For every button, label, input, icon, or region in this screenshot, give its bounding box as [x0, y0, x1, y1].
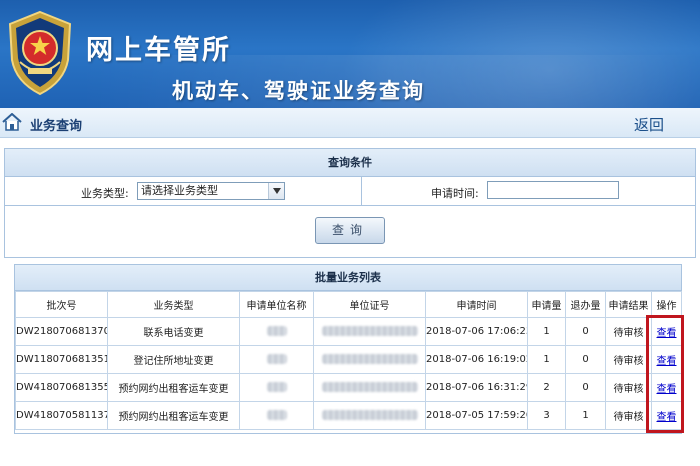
- column-header: 操作: [651, 291, 682, 318]
- business-type-cell: 联系电话变更: [107, 317, 240, 346]
- return-count: 0: [565, 373, 606, 402]
- applicant-name-redacted: [239, 373, 314, 402]
- query-button[interactable]: 查询: [315, 217, 385, 244]
- action-cell: 查看: [651, 345, 682, 374]
- field-divider: [361, 177, 362, 205]
- column-header: 退办量: [565, 291, 606, 318]
- batch-number: DW118070681351: [15, 345, 108, 374]
- table-row: DW418070581137 预约网约出租客运车变更 2018-07-05 17…: [15, 401, 682, 430]
- apply-time: 2018-07-05 17:59:20: [425, 401, 528, 430]
- police-emblem-icon: [8, 10, 72, 96]
- applicant-name-redacted: [239, 317, 314, 346]
- column-header: 申请结果: [605, 291, 652, 318]
- page-title: 业务查询: [30, 119, 83, 134]
- return-count: 0: [565, 317, 606, 346]
- business-type-select[interactable]: 请选择业务类型: [137, 182, 285, 200]
- site-subtitle: 机动车、驾驶证业务查询: [172, 79, 425, 103]
- batch-results-panel: 批量业务列表 批次号 业务类型 申请单位名称 单位证号 申请时间 申请量 退办量…: [14, 264, 682, 434]
- batch-number: DW418070581137: [15, 401, 108, 430]
- business-type-selected: 请选择业务类型: [141, 184, 218, 197]
- view-link[interactable]: 查看: [657, 412, 677, 423]
- apply-count: 1: [527, 345, 566, 374]
- dropdown-arrow[interactable]: [268, 183, 284, 199]
- page-titlebar: 业务查询 返回: [0, 108, 700, 138]
- batch-number: DW418070681355: [15, 373, 108, 402]
- apply-count: 1: [527, 317, 566, 346]
- site-title: 网上车管所: [86, 35, 231, 66]
- apply-time: 2018-07-06 16:31:29: [425, 373, 528, 402]
- applicant-name-redacted: [239, 345, 314, 374]
- apply-result: 待审核: [605, 317, 652, 346]
- business-type-cell: 登记住所地址变更: [107, 345, 240, 374]
- view-link[interactable]: 查看: [657, 384, 677, 395]
- business-type-label: 业务类型:: [81, 187, 129, 200]
- query-row: 业务类型: 请选择业务类型 申请时间:: [5, 177, 695, 206]
- return-count: 0: [565, 345, 606, 374]
- chevron-down-icon: [273, 188, 281, 194]
- results-section-title: 批量业务列表: [15, 265, 681, 291]
- view-link[interactable]: 查看: [657, 356, 677, 367]
- back-link[interactable]: 返回: [634, 114, 664, 135]
- apply-date-input[interactable]: [487, 181, 619, 199]
- apply-result: 待审核: [605, 345, 652, 374]
- home-icon: [2, 113, 22, 131]
- apply-time: 2018-07-06 17:06:23: [425, 317, 528, 346]
- table-row: DW218070681370 联系电话变更 2018-07-06 17:06:2…: [15, 317, 682, 346]
- column-header: 批次号: [15, 291, 108, 318]
- business-type-cell: 预约网约出租客运车变更: [107, 401, 240, 430]
- return-count: 1: [565, 401, 606, 430]
- table-header-row: 批次号 业务类型 申请单位名称 单位证号 申请时间 申请量 退办量 申请结果 操…: [15, 291, 682, 318]
- unit-id-redacted: [313, 401, 426, 430]
- action-cell: 查看: [651, 401, 682, 430]
- apply-date-label: 申请时间:: [431, 187, 479, 200]
- batch-number: DW218070681370: [15, 317, 108, 346]
- column-header: 单位证号: [313, 291, 426, 318]
- action-cell: 查看: [651, 317, 682, 346]
- column-header: 申请时间: [425, 291, 528, 318]
- query-section-title: 查询条件: [5, 149, 695, 177]
- column-header: 申请单位名称: [239, 291, 314, 318]
- unit-id-redacted: [313, 345, 426, 374]
- apply-count: 2: [527, 373, 566, 402]
- results-table: 批次号 业务类型 申请单位名称 单位证号 申请时间 申请量 退办量 申请结果 操…: [15, 291, 682, 430]
- unit-id-redacted: [313, 317, 426, 346]
- apply-time: 2018-07-06 16:19:02: [425, 345, 528, 374]
- apply-count: 3: [527, 401, 566, 430]
- header-banner: 网上车管所 机动车、驾驶证业务查询: [0, 0, 700, 108]
- column-header: 申请量: [527, 291, 566, 318]
- apply-result: 待审核: [605, 373, 652, 402]
- view-link[interactable]: 查看: [657, 328, 677, 339]
- business-type-cell: 预约网约出租客运车变更: [107, 373, 240, 402]
- query-panel: 查询条件 业务类型: 请选择业务类型 申请时间: 查询: [4, 148, 696, 258]
- column-header: 业务类型: [107, 291, 240, 318]
- apply-result: 待审核: [605, 401, 652, 430]
- unit-id-redacted: [313, 373, 426, 402]
- table-row: DW418070681355 预约网约出租客运车变更 2018-07-06 16…: [15, 373, 682, 402]
- applicant-name-redacted: [239, 401, 314, 430]
- action-cell: 查看: [651, 373, 682, 402]
- table-row: DW118070681351 登记住所地址变更 2018-07-06 16:19…: [15, 345, 682, 374]
